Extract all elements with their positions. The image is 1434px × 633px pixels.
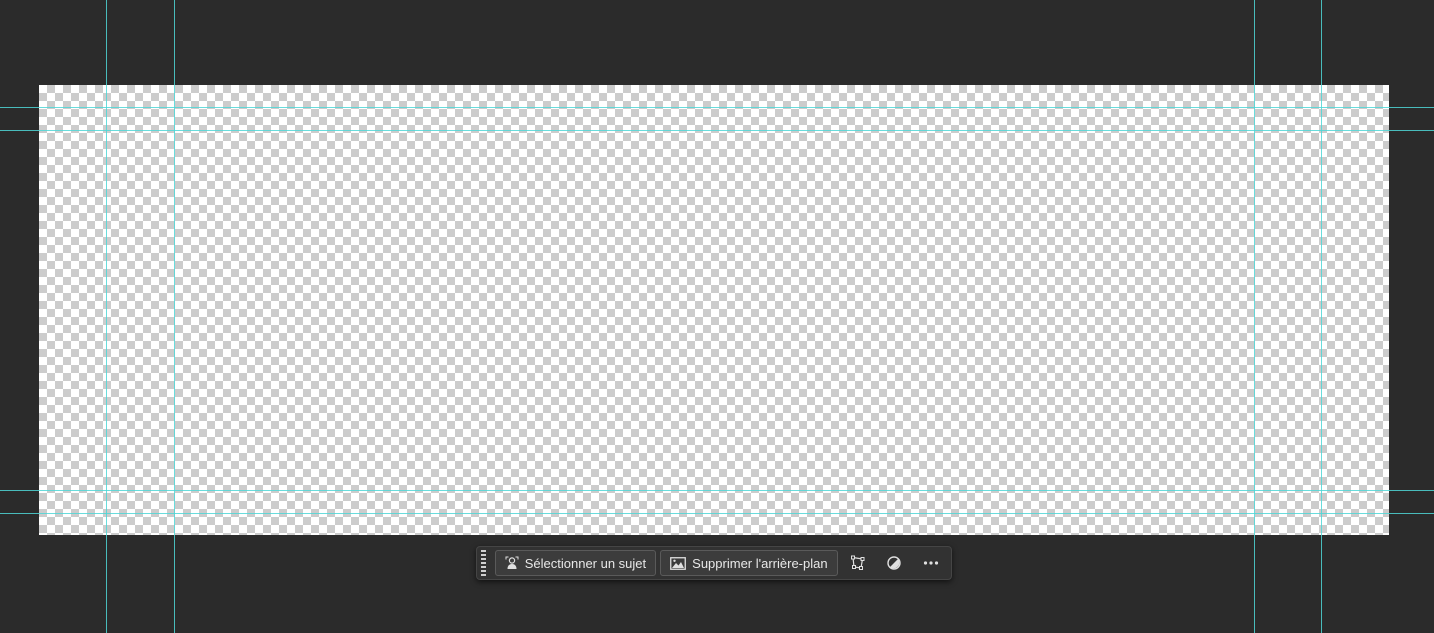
horizontal-guide[interactable] bbox=[0, 513, 1434, 514]
person-icon bbox=[505, 556, 519, 570]
horizontal-guide[interactable] bbox=[0, 490, 1434, 491]
image-icon bbox=[670, 556, 687, 570]
select-subject-label: Sélectionner un sujet bbox=[524, 555, 647, 571]
transparent-canvas[interactable] bbox=[39, 85, 1389, 535]
remove-background-label: Supprimer l'arrière-plan bbox=[692, 555, 828, 571]
vertical-guide[interactable] bbox=[106, 0, 107, 633]
vertical-guide[interactable] bbox=[174, 0, 175, 633]
half-circle-icon[interactable] bbox=[878, 550, 910, 576]
select-subject-button[interactable]: Sélectionner un sujet bbox=[494, 550, 657, 576]
drag-grip-icon[interactable] bbox=[481, 550, 487, 576]
horizontal-guide[interactable] bbox=[0, 107, 1434, 108]
workspace[interactable]: Sélectionner un sujet Supprimer l'arrièr… bbox=[0, 0, 1434, 633]
transform-icon[interactable] bbox=[842, 550, 874, 576]
remove-background-button[interactable]: Supprimer l'arrière-plan bbox=[660, 550, 838, 576]
contextual-task-bar: Sélectionner un sujet Supprimer l'arrièr… bbox=[476, 546, 952, 580]
horizontal-guide[interactable] bbox=[0, 130, 1434, 131]
vertical-guide[interactable] bbox=[1254, 0, 1255, 633]
more-dots-icon[interactable] bbox=[915, 550, 947, 576]
vertical-guide[interactable] bbox=[1321, 0, 1322, 633]
